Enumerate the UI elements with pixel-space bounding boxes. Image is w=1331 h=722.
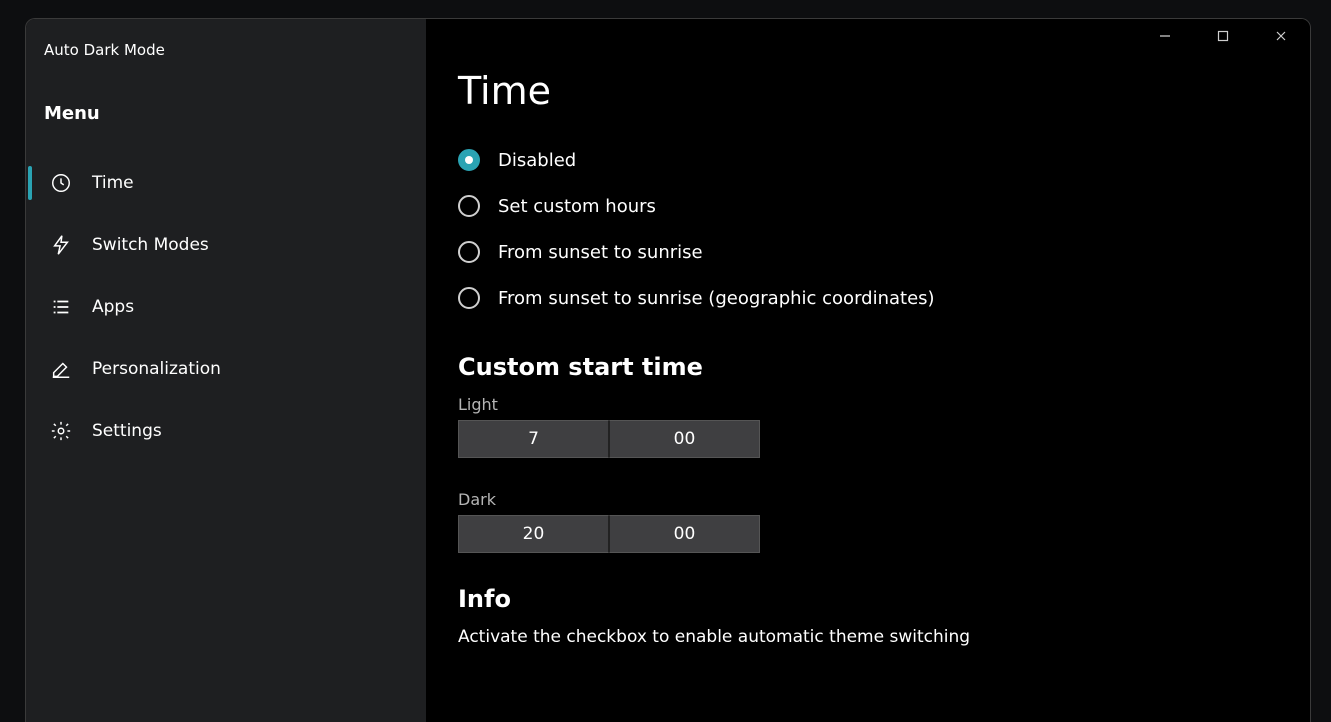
sidebar-item-label: Switch Modes: [92, 235, 209, 255]
close-icon: [1275, 30, 1287, 42]
radio-label: Disabled: [498, 150, 576, 171]
radio-sunset[interactable]: From sunset to sunrise: [458, 241, 1280, 263]
sidebar-item-label: Apps: [92, 297, 134, 317]
light-hour-input[interactable]: 7: [458, 420, 609, 458]
radio-label: From sunset to sunrise: [498, 242, 703, 263]
lightning-icon: [50, 234, 72, 256]
app-window: Auto Dark Mode Menu Time Switch: [25, 18, 1311, 722]
mode-radio-group: Disabled Set custom hours From sunset to…: [458, 149, 1280, 309]
menu-heading: Menu: [26, 89, 426, 152]
custom-start-heading: Custom start time: [458, 353, 1280, 381]
main-content: Time Disabled Set custom hours From suns…: [426, 19, 1310, 722]
info-text: Activate the checkbox to enable automati…: [458, 627, 1280, 647]
radio-label: Set custom hours: [498, 196, 656, 217]
gear-icon: [50, 420, 72, 442]
close-button[interactable]: [1252, 19, 1310, 53]
light-time-picker: 7 00: [458, 420, 760, 458]
dark-time-picker: 20 00: [458, 515, 760, 553]
list-icon: [50, 296, 72, 318]
window-controls: [1136, 19, 1310, 53]
nav: Time Switch Modes Apps: [26, 152, 426, 462]
page-title: Time: [458, 69, 1280, 113]
radio-disabled[interactable]: Disabled: [458, 149, 1280, 171]
radio-custom-hours[interactable]: Set custom hours: [458, 195, 1280, 217]
clock-icon: [50, 172, 72, 194]
radio-sunset-geo[interactable]: From sunset to sunrise (geographic coord…: [458, 287, 1280, 309]
sidebar-item-time[interactable]: Time: [26, 152, 426, 214]
sidebar: Auto Dark Mode Menu Time Switch: [26, 19, 426, 722]
edit-icon: [50, 358, 72, 380]
sidebar-item-label: Personalization: [92, 359, 221, 379]
minimize-icon: [1159, 30, 1171, 42]
dark-label: Dark: [458, 490, 1280, 509]
radio-indicator: [458, 149, 480, 171]
dark-hour-input[interactable]: 20: [458, 515, 609, 553]
radio-label: From sunset to sunrise (geographic coord…: [498, 288, 935, 309]
sidebar-item-settings[interactable]: Settings: [26, 400, 426, 462]
maximize-icon: [1217, 30, 1229, 42]
light-minute-input[interactable]: 00: [609, 420, 760, 458]
dark-minute-input[interactable]: 00: [609, 515, 760, 553]
radio-indicator: [458, 241, 480, 263]
sidebar-item-apps[interactable]: Apps: [26, 276, 426, 338]
maximize-button[interactable]: [1194, 19, 1252, 53]
sidebar-item-personalization[interactable]: Personalization: [26, 338, 426, 400]
info-heading: Info: [458, 585, 1280, 613]
radio-indicator: [458, 287, 480, 309]
sidebar-item-label: Time: [92, 173, 134, 193]
app-title: Auto Dark Mode: [26, 23, 426, 89]
sidebar-item-label: Settings: [92, 421, 162, 441]
sidebar-item-switch-modes[interactable]: Switch Modes: [26, 214, 426, 276]
minimize-button[interactable]: [1136, 19, 1194, 53]
radio-indicator: [458, 195, 480, 217]
light-label: Light: [458, 395, 1280, 414]
